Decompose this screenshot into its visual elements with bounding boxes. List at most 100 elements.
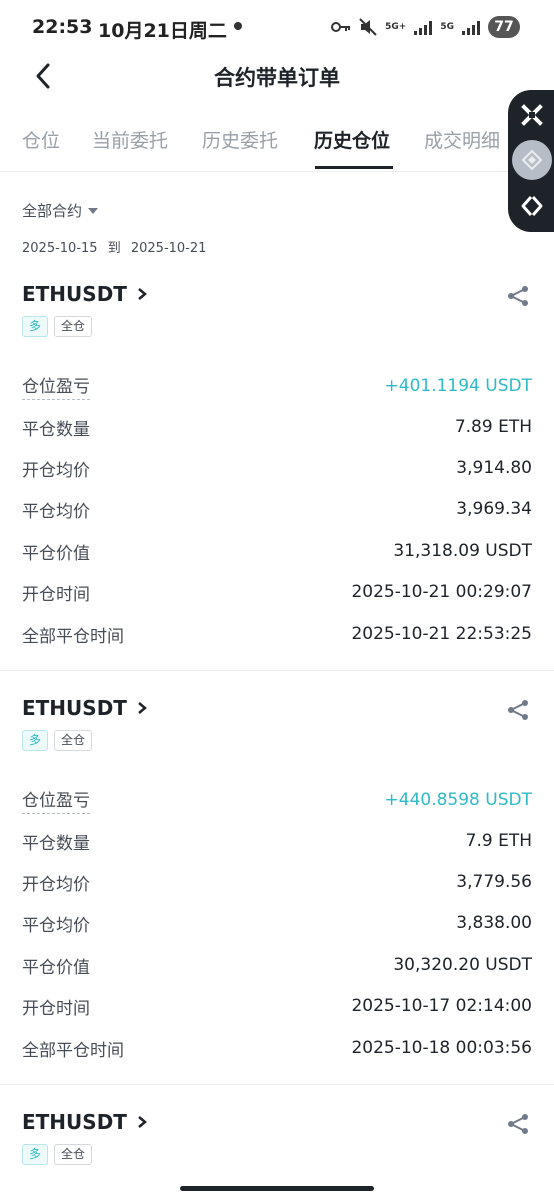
position-tags: 多 全仓 [22, 1144, 93, 1165]
row-label: 平仓数量 [22, 419, 90, 440]
swap-button[interactable] [512, 186, 552, 226]
status-bar: 22:53 10月21日周二 5G+ 5G 77 [0, 0, 554, 54]
detail-row: 开仓均价 3,914.80 [22, 456, 532, 481]
tab-open-orders[interactable]: 当前委托 [92, 126, 168, 153]
header: 合约带单订单 [0, 54, 554, 98]
chevron-right-icon [138, 288, 147, 300]
side-tag: 多 [22, 730, 49, 751]
status-time: 22:53 [32, 16, 93, 38]
row-label: 开仓时间 [22, 998, 90, 1019]
row-label: 平仓均价 [22, 915, 90, 936]
tab-position-history[interactable]: 历史仓位 [314, 126, 390, 153]
row-label: 平仓均价 [22, 501, 90, 522]
tab-positions[interactable]: 仓位 [22, 126, 60, 153]
side-tag: 多 [22, 1144, 49, 1165]
close-floating-button[interactable] [512, 95, 552, 135]
symbol-name: ETHUSDT [22, 696, 127, 720]
active-tab-indicator [315, 166, 393, 169]
detail-row: 平仓数量 7.9 ETH [22, 829, 532, 854]
row-value: 3,838.00 [456, 913, 532, 933]
row-value: 3,914.80 [456, 458, 532, 478]
row-label[interactable]: 仓位盈亏 [22, 786, 90, 814]
chevron-right-icon [138, 1116, 147, 1128]
symbol-name: ETHUSDT [22, 1110, 127, 1134]
home-indicator[interactable] [180, 1186, 374, 1191]
tab-trade-history[interactable]: 成交明细 [424, 126, 500, 153]
card-divider [0, 1084, 554, 1085]
row-value: 2025-10-21 00:29:07 [351, 582, 532, 602]
row-value: +440.8598 USDT [384, 790, 532, 810]
position-tags: 多 全仓 [22, 316, 93, 337]
detail-row: 开仓均价 3,779.56 [22, 870, 532, 895]
detail-row: 平仓均价 3,969.34 [22, 497, 532, 522]
row-value: 2025-10-18 00:03:56 [351, 1038, 532, 1058]
symbol-link[interactable]: ETHUSDT [22, 1110, 149, 1134]
row-value: 3,779.56 [456, 872, 532, 892]
row-label[interactable]: 仓位盈亏 [22, 372, 90, 400]
date-range[interactable]: 2025-10-15 到 2025-10-21 [22, 237, 206, 256]
contract-filter-label: 全部合约 [22, 202, 83, 220]
detail-row: 开仓时间 2025-10-17 02:14:00 [22, 994, 532, 1019]
mute-icon [359, 18, 377, 36]
detail-row: 全部平仓时间 2025-10-18 00:03:56 [22, 1036, 532, 1061]
net-5g: 5G [440, 21, 454, 32]
row-label: 开仓均价 [22, 460, 90, 481]
row-value: +401.1194 USDT [384, 376, 532, 396]
detail-row: 全部平仓时间 2025-10-21 22:53:25 [22, 622, 532, 647]
swap-arrow-icon [521, 196, 543, 216]
notification-dot-icon [234, 22, 242, 30]
battery-icon: 77 [488, 16, 520, 38]
pnl-row: 仓位盈亏 +401.1194 USDT [22, 372, 532, 400]
detail-row: 开仓时间 2025-10-21 00:29:07 [22, 580, 532, 605]
app-logo-button[interactable] [512, 140, 552, 180]
symbol-link[interactable]: ETHUSDT [22, 696, 149, 720]
position-tags: 多 全仓 [22, 730, 93, 751]
side-tag: 多 [22, 316, 49, 337]
date-separator: 到 [107, 241, 121, 256]
share-icon[interactable] [506, 1112, 530, 1136]
share-icon[interactable] [506, 698, 530, 722]
row-value: 2025-10-17 02:14:00 [351, 996, 532, 1016]
key-icon [331, 22, 351, 32]
symbol-name: ETHUSDT [22, 282, 127, 306]
chevron-right-icon [138, 702, 147, 714]
caret-down-icon [88, 207, 99, 214]
detail-row: 平仓数量 7.89 ETH [22, 415, 532, 440]
row-value: 30,320.20 USDT [393, 955, 532, 975]
row-value: 2025-10-21 22:53:25 [351, 624, 532, 644]
row-label: 平仓价值 [22, 543, 90, 564]
row-label: 全部平仓时间 [22, 626, 124, 647]
row-label: 开仓均价 [22, 874, 90, 895]
diamond-logo-icon [521, 149, 543, 171]
margin-tag: 全仓 [54, 316, 93, 337]
detail-row: 平仓价值 31,318.09 USDT [22, 539, 532, 564]
page-title: 合约带单订单 [214, 66, 340, 90]
tab-bar: 仓位 当前委托 历史委托 历史仓位 成交明细 [0, 112, 554, 172]
row-label: 平仓数量 [22, 833, 90, 854]
contract-filter[interactable]: 全部合约 [22, 200, 99, 221]
row-value: 7.9 ETH [465, 831, 532, 851]
detail-row: 平仓均价 3,838.00 [22, 911, 532, 936]
detail-row: 平仓价值 30,320.20 USDT [22, 953, 532, 978]
status-date: 10月21日周二 [98, 20, 227, 42]
symbol-link[interactable]: ETHUSDT [22, 282, 149, 306]
close-x-icon [521, 104, 543, 126]
row-value: 31,318.09 USDT [393, 541, 532, 561]
net-5g-plus: 5G+ [385, 21, 407, 32]
row-value: 3,969.34 [456, 499, 532, 519]
date-start: 2025-10-15 [22, 241, 98, 256]
card-divider [0, 670, 554, 671]
row-label: 全部平仓时间 [22, 1040, 124, 1061]
signal-icon [414, 19, 433, 35]
row-value: 7.89 ETH [454, 417, 532, 437]
tab-order-history[interactable]: 历史委托 [202, 126, 278, 153]
floating-toolbar [508, 90, 554, 232]
date-end: 2025-10-21 [130, 241, 207, 256]
status-icons: 5G+ 5G 77 [331, 14, 520, 40]
pnl-row: 仓位盈亏 +440.8598 USDT [22, 786, 532, 814]
margin-tag: 全仓 [54, 1144, 93, 1165]
row-label: 开仓时间 [22, 584, 90, 605]
signal-icon [462, 19, 480, 35]
margin-tag: 全仓 [54, 730, 93, 751]
share-icon[interactable] [506, 284, 530, 308]
